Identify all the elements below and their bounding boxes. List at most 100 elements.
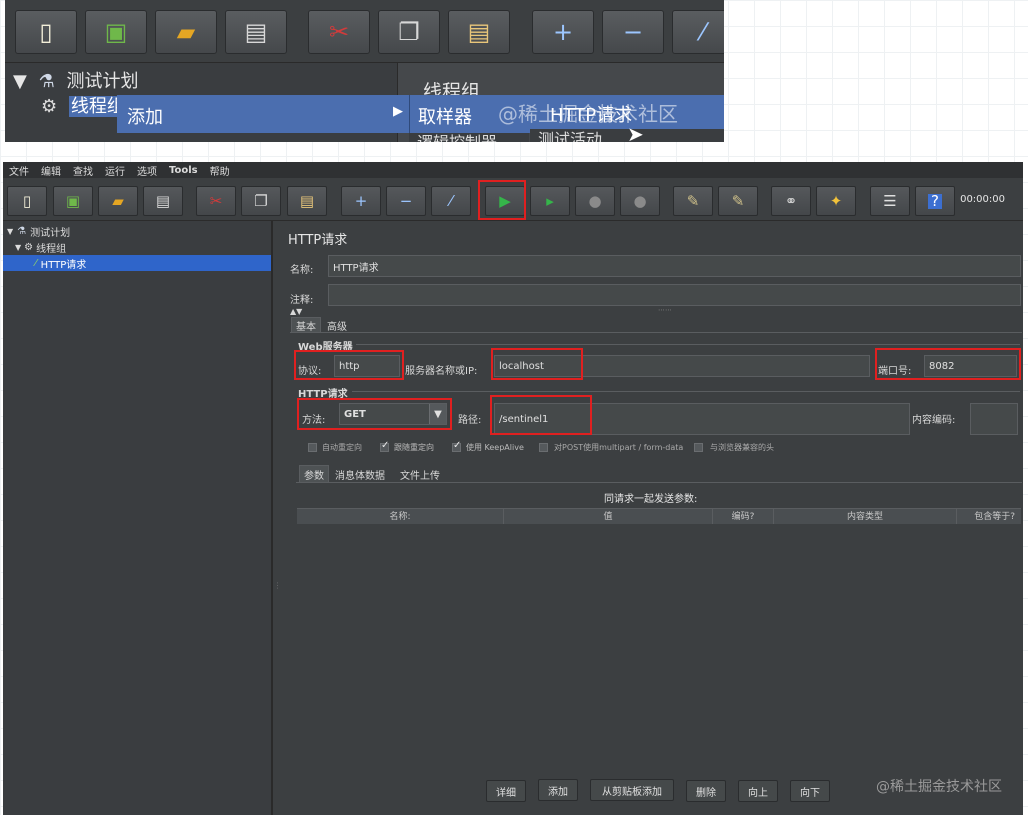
divider-grip-icon: ⋯⋯ (658, 306, 672, 314)
menu-tools[interactable]: Tools (163, 165, 204, 176)
delete-button[interactable]: 删除 (686, 780, 726, 802)
column-include-equals[interactable]: 包含等于? (957, 509, 1021, 524)
context-menu-logic-controller[interactable]: 逻辑控制器 (409, 133, 529, 142)
detail-button[interactable]: 详细 (486, 780, 526, 802)
stop-button[interactable]: ● (575, 186, 615, 216)
tree-item-test-plan[interactable]: ▼ ⚗ 测试计划 (7, 223, 70, 239)
clear-broom-icon: ✎ (686, 191, 700, 210)
toggle-button[interactable]: ⁄ (672, 10, 724, 54)
menu-options[interactable]: 选项 (131, 163, 163, 178)
expand-button[interactable]: + (532, 10, 594, 54)
clear-button[interactable]: ✎ (673, 186, 713, 216)
copy-button[interactable]: ❐ (378, 10, 440, 54)
tree-item-http-request[interactable]: ⁄ HTTP请求 (3, 255, 271, 271)
menu-edit[interactable]: 编辑 (35, 163, 67, 178)
panel-title: HTTP请求 (288, 233, 348, 248)
search-button[interactable]: ⚭ (771, 186, 811, 216)
zoomed-tree-thread-group[interactable]: ⚙ 线程组 (41, 92, 127, 118)
paste-button[interactable]: ▤ (287, 186, 327, 216)
shutdown-icon: ● (633, 191, 647, 210)
add-button[interactable]: 添加 (538, 779, 578, 801)
move-down-button[interactable]: 向下 (790, 780, 830, 802)
start-no-timers-button[interactable]: ▸ (530, 186, 570, 216)
column-encode[interactable]: 编码? (713, 509, 774, 524)
path-label: 路径: (458, 415, 482, 426)
plus-icon: + (354, 191, 368, 210)
start-button[interactable]: ▶ (485, 186, 525, 216)
reset-search-button[interactable]: ✦ (816, 186, 856, 216)
path-input[interactable]: /sentinel1 (494, 403, 910, 435)
checkbox-multipart[interactable] (539, 443, 548, 452)
clear-all-button[interactable]: ✎ (718, 186, 758, 216)
cut-button[interactable]: ✂ (308, 10, 370, 54)
column-content-type[interactable]: 内容类型 (774, 509, 957, 524)
label-browser-headers: 与浏览器兼容的头 (710, 443, 774, 452)
minus-icon: − (622, 18, 644, 46)
method-select[interactable]: GET ▼ (339, 403, 447, 425)
chevron-down-icon[interactable]: ▼ (429, 404, 446, 424)
open-button[interactable]: ▰ (155, 10, 217, 54)
column-value[interactable]: 值 (504, 509, 713, 524)
params-table-body[interactable] (297, 524, 1021, 774)
method-label: 方法: (302, 415, 326, 426)
save-disk-icon: ▤ (244, 18, 268, 46)
tab-advanced[interactable]: 高级 (323, 318, 351, 333)
templates-button[interactable]: ▣ (53, 186, 93, 216)
save-button[interactable]: ▤ (143, 186, 183, 216)
new-button[interactable]: ▯ (7, 186, 47, 216)
comment-input[interactable] (328, 284, 1021, 306)
protocol-input[interactable]: http (334, 355, 400, 377)
cut-button[interactable]: ✂ (196, 186, 236, 216)
tab-basic[interactable]: 基本 (291, 317, 321, 333)
checkbox-auto-redirect[interactable] (308, 443, 317, 452)
plus-icon: + (552, 18, 574, 46)
help-button[interactable]: ? (915, 186, 955, 216)
context-menu-add[interactable]: 添加 ▶ (117, 95, 409, 133)
help-icon: ? (928, 193, 942, 209)
collapse-all-button[interactable]: − (386, 186, 426, 216)
menu-run[interactable]: 运行 (99, 163, 131, 178)
collapse-button[interactable]: − (602, 10, 664, 54)
tab-file-upload[interactable]: 文件上传 (396, 467, 444, 482)
menu-file[interactable]: 文件 (3, 163, 35, 178)
collapse-arrows-icon[interactable]: ▲▼ (290, 307, 302, 316)
templates-button[interactable]: ▣ (85, 10, 147, 54)
column-name[interactable]: 名称: (297, 509, 504, 524)
shutdown-button[interactable]: ● (620, 186, 660, 216)
open-button[interactable]: ▰ (98, 186, 138, 216)
binoculars-icon: ⚭ (784, 191, 798, 210)
tab-parameters[interactable]: 参数 (299, 465, 329, 483)
mouse-cursor-icon: ➤ (627, 122, 644, 142)
label-follow-redirect: 跟随重定向 (394, 443, 434, 452)
menu-search[interactable]: 查找 (67, 163, 99, 178)
add-from-clipboard-button[interactable]: 从剪贴板添加 (590, 779, 674, 801)
new-button[interactable]: ▯ (15, 10, 77, 54)
move-up-button[interactable]: 向上 (738, 780, 778, 802)
open-folder-icon: ▰ (176, 18, 196, 46)
gear-icon: ⚙ (41, 96, 58, 117)
function-helper-button[interactable]: ☰ (870, 186, 910, 216)
zoomed-tree-test-plan[interactable]: ▼ ⚗ 测试计划 (13, 67, 138, 93)
http-request-divider (352, 391, 1020, 392)
checkbox-browser-headers[interactable] (694, 443, 703, 452)
toggle-button[interactable]: ⁄ (431, 186, 471, 216)
copy-button[interactable]: ❐ (241, 186, 281, 216)
name-input[interactable]: HTTP请求 (328, 255, 1021, 277)
label-auto-redirect: 自动重定向 (322, 443, 362, 452)
paste-button[interactable]: ▤ (448, 10, 510, 54)
expand-all-button[interactable]: + (341, 186, 381, 216)
templates-icon: ▣ (104, 18, 128, 46)
menu-help[interactable]: 帮助 (204, 163, 236, 178)
server-input[interactable]: localhost (494, 355, 870, 377)
encoding-label: 内容编码: (912, 415, 956, 426)
save-button[interactable]: ▤ (225, 10, 287, 54)
encoding-input[interactable] (970, 403, 1018, 435)
new-file-icon: ▯ (22, 191, 32, 210)
checkbox-follow-redirect[interactable] (380, 440, 389, 452)
tree-item-thread-group[interactable]: ▼ ⚙ 线程组 (15, 239, 66, 255)
flask-icon: ⚗ (38, 71, 55, 92)
checkbox-keepalive[interactable] (452, 440, 461, 452)
tab-body-data[interactable]: 消息体数据 (331, 467, 389, 482)
port-input[interactable]: 8082 (924, 355, 1017, 377)
expand-arrow-icon: ▼ (13, 71, 27, 92)
